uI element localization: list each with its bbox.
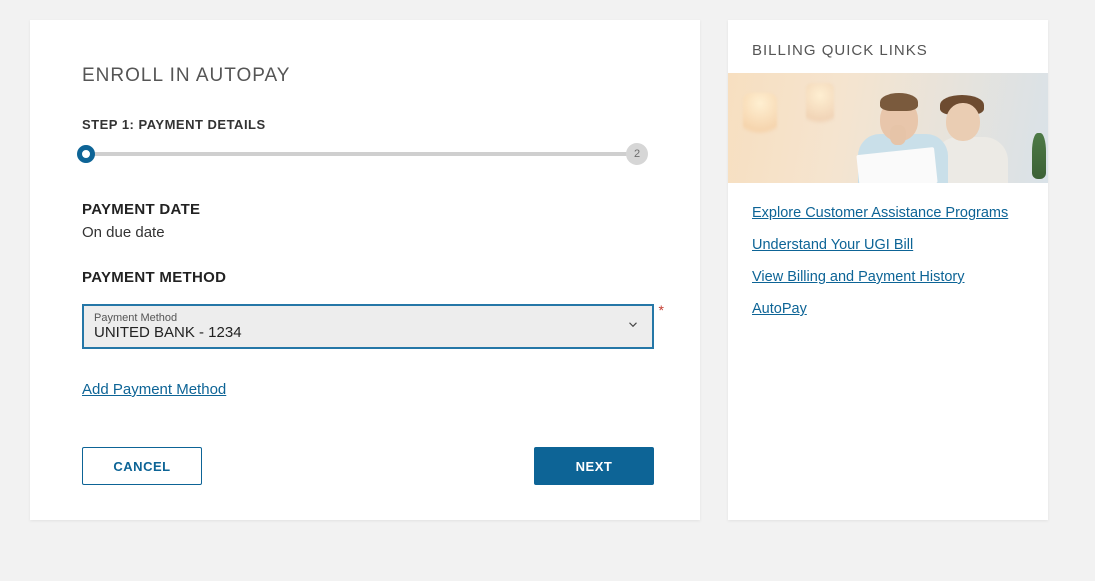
payment-method-float-label: Payment Method xyxy=(94,312,612,324)
payment-method-selected-value: UNITED BANK - 1234 xyxy=(94,324,612,341)
payment-date-heading: PAYMENT DATE xyxy=(82,201,648,218)
stepper-step-2: 2 xyxy=(626,143,648,165)
cancel-button[interactable]: CANCEL xyxy=(82,447,202,485)
progress-stepper: 2 xyxy=(76,142,648,166)
autopay-enroll-panel: ENROLL IN AUTOPAY STEP 1: PAYMENT DETAIL… xyxy=(30,20,700,520)
next-button[interactable]: NEXT xyxy=(534,447,654,485)
payment-method-heading: PAYMENT METHOD xyxy=(82,269,648,286)
sidebar-title: BILLING QUICK LINKS xyxy=(728,20,1048,73)
payment-date-value: On due date xyxy=(82,224,648,241)
step-label: STEP 1: PAYMENT DETAILS xyxy=(82,117,648,132)
sidebar-link-assistance[interactable]: Explore Customer Assistance Programs xyxy=(752,205,1024,221)
required-asterisk: * xyxy=(659,302,664,318)
payment-method-select-wrap: Payment Method UNITED BANK - 1234 * xyxy=(82,304,654,349)
page-title: ENROLL IN AUTOPAY xyxy=(82,65,648,87)
sidebar-link-history[interactable]: View Billing and Payment History xyxy=(752,269,1024,285)
stepper-step-1 xyxy=(77,145,95,163)
payment-method-select[interactable]: Payment Method UNITED BANK - 1234 xyxy=(82,304,654,349)
sidebar-hero-image xyxy=(728,73,1048,183)
sidebar-link-understand-bill[interactable]: Understand Your UGI Bill xyxy=(752,237,1024,253)
sidebar-link-autopay[interactable]: AutoPay xyxy=(752,301,1024,317)
billing-quick-links-panel: BILLING QUICK LINKS Explore Customer Ass… xyxy=(728,20,1048,520)
button-row: CANCEL NEXT xyxy=(82,447,654,485)
sidebar-links: Explore Customer Assistance Programs Und… xyxy=(728,183,1048,317)
stepper-track xyxy=(86,152,638,156)
add-payment-method-link[interactable]: Add Payment Method xyxy=(82,381,226,398)
